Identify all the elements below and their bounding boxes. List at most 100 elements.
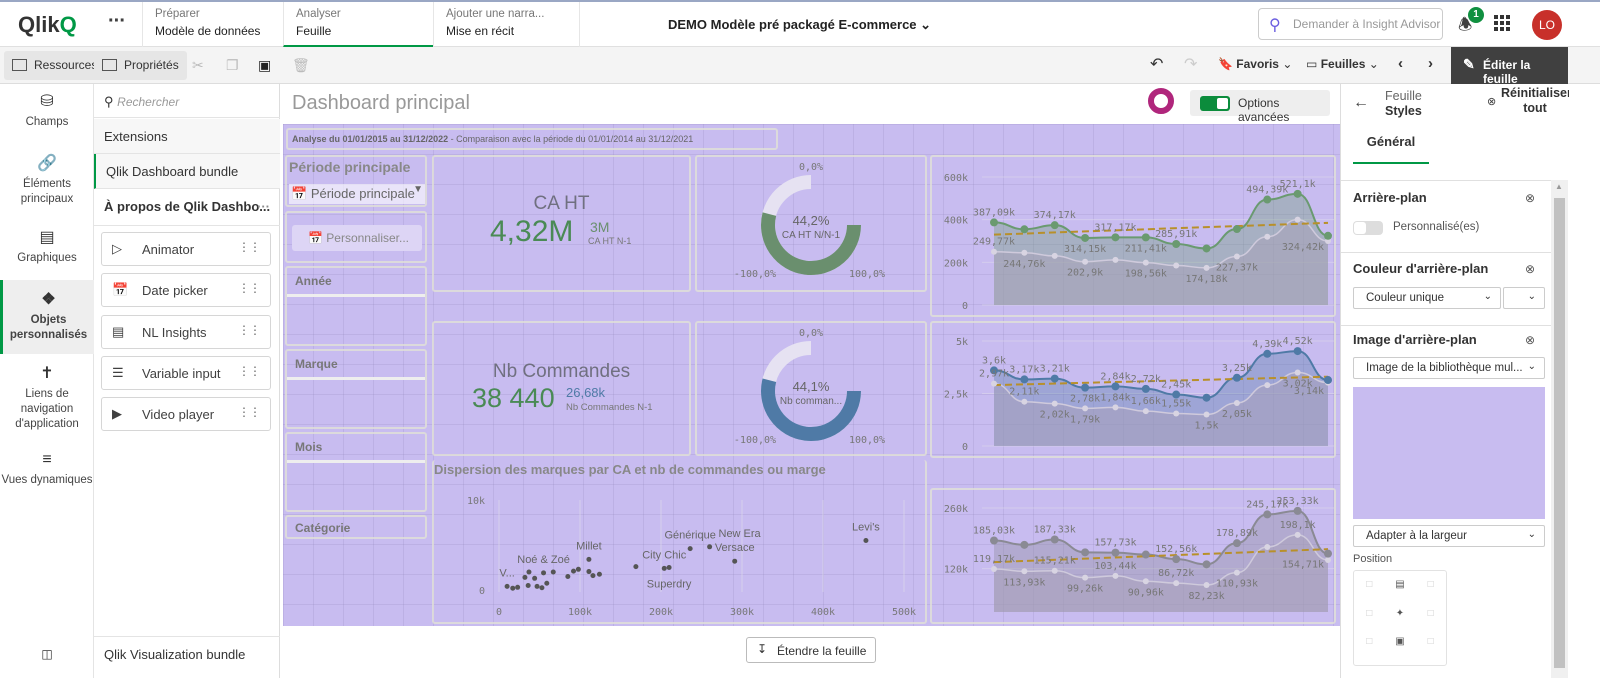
sheets-button[interactable]: ▭ Feuilles ⌄ (1306, 57, 1379, 71)
drag-handle-icon[interactable]: ⋮⋮ (238, 364, 261, 378)
data-label: 3,21k (1040, 364, 1070, 375)
period-select[interactable]: 📅 Période principale ▼ (289, 184, 425, 204)
image-preview[interactable] (1353, 387, 1545, 519)
line-chart-ca[interactable]: 0 200k 400k 600k 387,09k 374,17k 314,15k 317,17… (930, 155, 1336, 317)
avatar[interactable]: LO (1532, 10, 1562, 40)
position-center-icon[interactable]: ✦ (1385, 608, 1416, 637)
filter-brand[interactable]: Marque (285, 349, 427, 429)
rail-item-fields[interactable]: ⛁ Champs (0, 94, 94, 154)
gauge-orders[interactable]: 44,1% Nb comman... 0,0% -100,0% 100,0% (695, 321, 927, 456)
tab-general[interactable]: Général (1353, 134, 1429, 164)
custom-toggle[interactable] (1353, 221, 1383, 235)
position-grid[interactable]: □ ▤ □ □ ✦ □ □ ▣ □ (1353, 570, 1447, 666)
customize-button[interactable]: 📅 Personnaliser... (292, 225, 422, 251)
reset-icon[interactable]: ⊗ (1525, 262, 1535, 276)
bundle-dashboard[interactable]: Qlik Dashboard bundle (94, 154, 280, 189)
kpi-orders[interactable]: Nb Commandes 38 440 26,68k Nb Commandes … (432, 321, 691, 456)
drag-handle-icon[interactable]: ⋮⋮ (238, 240, 261, 254)
favorites-button[interactable]: 🔖 Favoris ⌄ (1218, 57, 1292, 71)
position-top-left-icon[interactable]: □ (1354, 579, 1385, 608)
position-right-icon[interactable]: □ (1415, 608, 1446, 637)
apps-grid-icon[interactable] (1494, 15, 1510, 31)
advanced-options-toggle[interactable]: Options avancées (1190, 90, 1330, 124)
extensions-header[interactable]: Extensions (94, 119, 280, 154)
more-icon[interactable]: ··· (257, 199, 270, 214)
scroll-up-icon[interactable]: ▲ (1555, 182, 1563, 191)
list-item-video-player[interactable]: ▶ Video player ⋮⋮ (101, 397, 271, 431)
line-chart-third[interactable]: 120k 260k 185,03k 187,33k 157,73k 152,56k 178,… (930, 488, 1336, 624)
next-sheet-icon[interactable]: › (1428, 55, 1433, 72)
scatter-point (863, 538, 869, 543)
search-icon: ⚲ (104, 94, 114, 109)
copy-icon[interactable]: ❐ (226, 57, 239, 74)
position-left-icon[interactable]: □ (1354, 608, 1385, 637)
paste-icon[interactable]: ▣ (258, 57, 271, 74)
image-fit-select[interactable]: Adapter à la largeur ⌄ (1353, 525, 1545, 547)
tab-analyze[interactable]: Analyser Feuille (283, 2, 433, 47)
color-picker-select[interactable]: ⌄ (1503, 287, 1545, 309)
previous-sheet-icon[interactable]: ‹ (1398, 55, 1403, 72)
reset-icon[interactable]: ⊗ (1487, 95, 1496, 108)
rail-item-custom-objects[interactable]: ❖ Objets personnalisés (0, 280, 94, 354)
list-item-nl-insights[interactable]: ▤ NL Insights ⋮⋮ (101, 315, 271, 349)
point-label: V... (499, 567, 514, 579)
list-item-date-picker[interactable]: 📅 Date picker ⋮⋮ (101, 273, 271, 307)
reset-icon[interactable]: ⊗ (1525, 191, 1535, 205)
properties-scrollbar[interactable]: ▲ (1551, 180, 1568, 678)
filter-category[interactable]: Catégorie (285, 515, 427, 539)
position-top-icon[interactable]: ▤ (1385, 579, 1416, 608)
image-source-select[interactable]: Image de la bibliothèque mul... ⌄ (1353, 357, 1545, 379)
reset-icon[interactable]: ⊗ (1525, 333, 1535, 347)
resources-button[interactable]: Ressources (4, 51, 106, 80)
position-bottom-icon[interactable]: ▣ (1385, 636, 1416, 665)
drag-handle-icon[interactable]: ⋮⋮ (238, 405, 261, 419)
section-title: Arrière-plan (1353, 190, 1427, 205)
breadcrumb-current: Styles (1385, 104, 1422, 118)
variable-icon[interactable]: ◫ (0, 647, 94, 667)
x-tick-label: 500k (892, 607, 916, 618)
rail-item-navigation-links[interactable]: ✝ Liens de navigation d'application (0, 366, 94, 436)
panel-search[interactable]: ⚲ Rechercher (94, 84, 280, 118)
drag-handle-icon[interactable]: ⋮⋮ (238, 323, 261, 337)
rail-item-charts[interactable]: ▤ Graphiques (0, 230, 94, 276)
position-bottom-right-icon[interactable]: □ (1415, 636, 1446, 665)
y-tick-label: 0 (962, 442, 968, 453)
edit-sheet-button[interactable]: ✎ Éditer la feuille (1451, 47, 1568, 86)
color-mode-select[interactable]: Couleur unique ⌄ (1353, 287, 1501, 309)
drag-handle-icon[interactable]: ⋮⋮ (238, 281, 261, 295)
about-bundle[interactable]: À propos de Qlik Dashbo... ··· (94, 189, 280, 226)
notification-badge: 1 (1468, 7, 1484, 23)
data-label: 198,56k (1125, 269, 1167, 280)
insight-advisor-search[interactable]: ⚲ Demander à Insight Advisor (1258, 8, 1443, 40)
redo-icon[interactable]: ↷ (1184, 54, 1197, 74)
rail-item-master-items[interactable]: 🔗 Éléments principaux (0, 156, 94, 220)
gauge-ca[interactable]: 44,2% CA HT N/N-1 0,0% -100,0% 100,0% (695, 155, 927, 292)
reset-all-button[interactable]: Réinitialiser tout (1501, 86, 1569, 116)
filter-month[interactable]: Mois (285, 432, 427, 512)
list-item-animator[interactable]: ▷ Animator ⋮⋮ (101, 232, 271, 266)
expand-sheet-button[interactable]: ↧ Étendre la feuille (746, 637, 876, 663)
rail-item-dynamic-views[interactable]: ≡ Vues dynamiques (0, 452, 94, 508)
bundle-visualization[interactable]: Qlik Visualization bundle (94, 636, 280, 678)
chart-icon: ▤ (39, 229, 55, 246)
properties-button[interactable]: Propriétés (94, 51, 187, 80)
list-item-variable-input[interactable]: ☰ Variable input ⋮⋮ (101, 356, 271, 390)
qlik-logo[interactable]: QlikQ (18, 12, 77, 38)
toggle-switch[interactable] (1200, 96, 1230, 111)
position-bottom-left-icon[interactable]: □ (1354, 636, 1385, 665)
scatter-chart-brands[interactable]: Dispersion des marques par CA et nb de c… (432, 460, 927, 624)
back-arrow-icon[interactable]: ← (1353, 94, 1369, 112)
tab-narrate[interactable]: Ajouter une narra... Mise en récit (433, 2, 580, 47)
tab-prepare[interactable]: Préparer Modèle de données (142, 2, 283, 47)
cut-icon[interactable]: ✂ (192, 57, 204, 74)
delete-icon[interactable]: 🗑 (292, 57, 310, 74)
undo-icon[interactable]: ↶ (1150, 54, 1163, 74)
kpi-ca-ht[interactable]: CA HT 4,32M 3M CA HT N-1 (432, 155, 691, 292)
filter-year[interactable]: Année (285, 266, 427, 346)
position-top-right-icon[interactable]: □ (1415, 579, 1446, 608)
point-previous (1082, 574, 1089, 581)
scroll-thumb[interactable] (1554, 198, 1565, 668)
app-title-dropdown[interactable]: DEMO Modèle pré packagé E-commerce ⌄ (668, 17, 931, 33)
more-menu-button[interactable]: ··· (108, 10, 126, 33)
line-chart-orders[interactable]: 0 2,5k 5k 3,6k 3,17k 3,21k 2,78k 2,84k 2,72k 2,45… (930, 321, 1336, 458)
